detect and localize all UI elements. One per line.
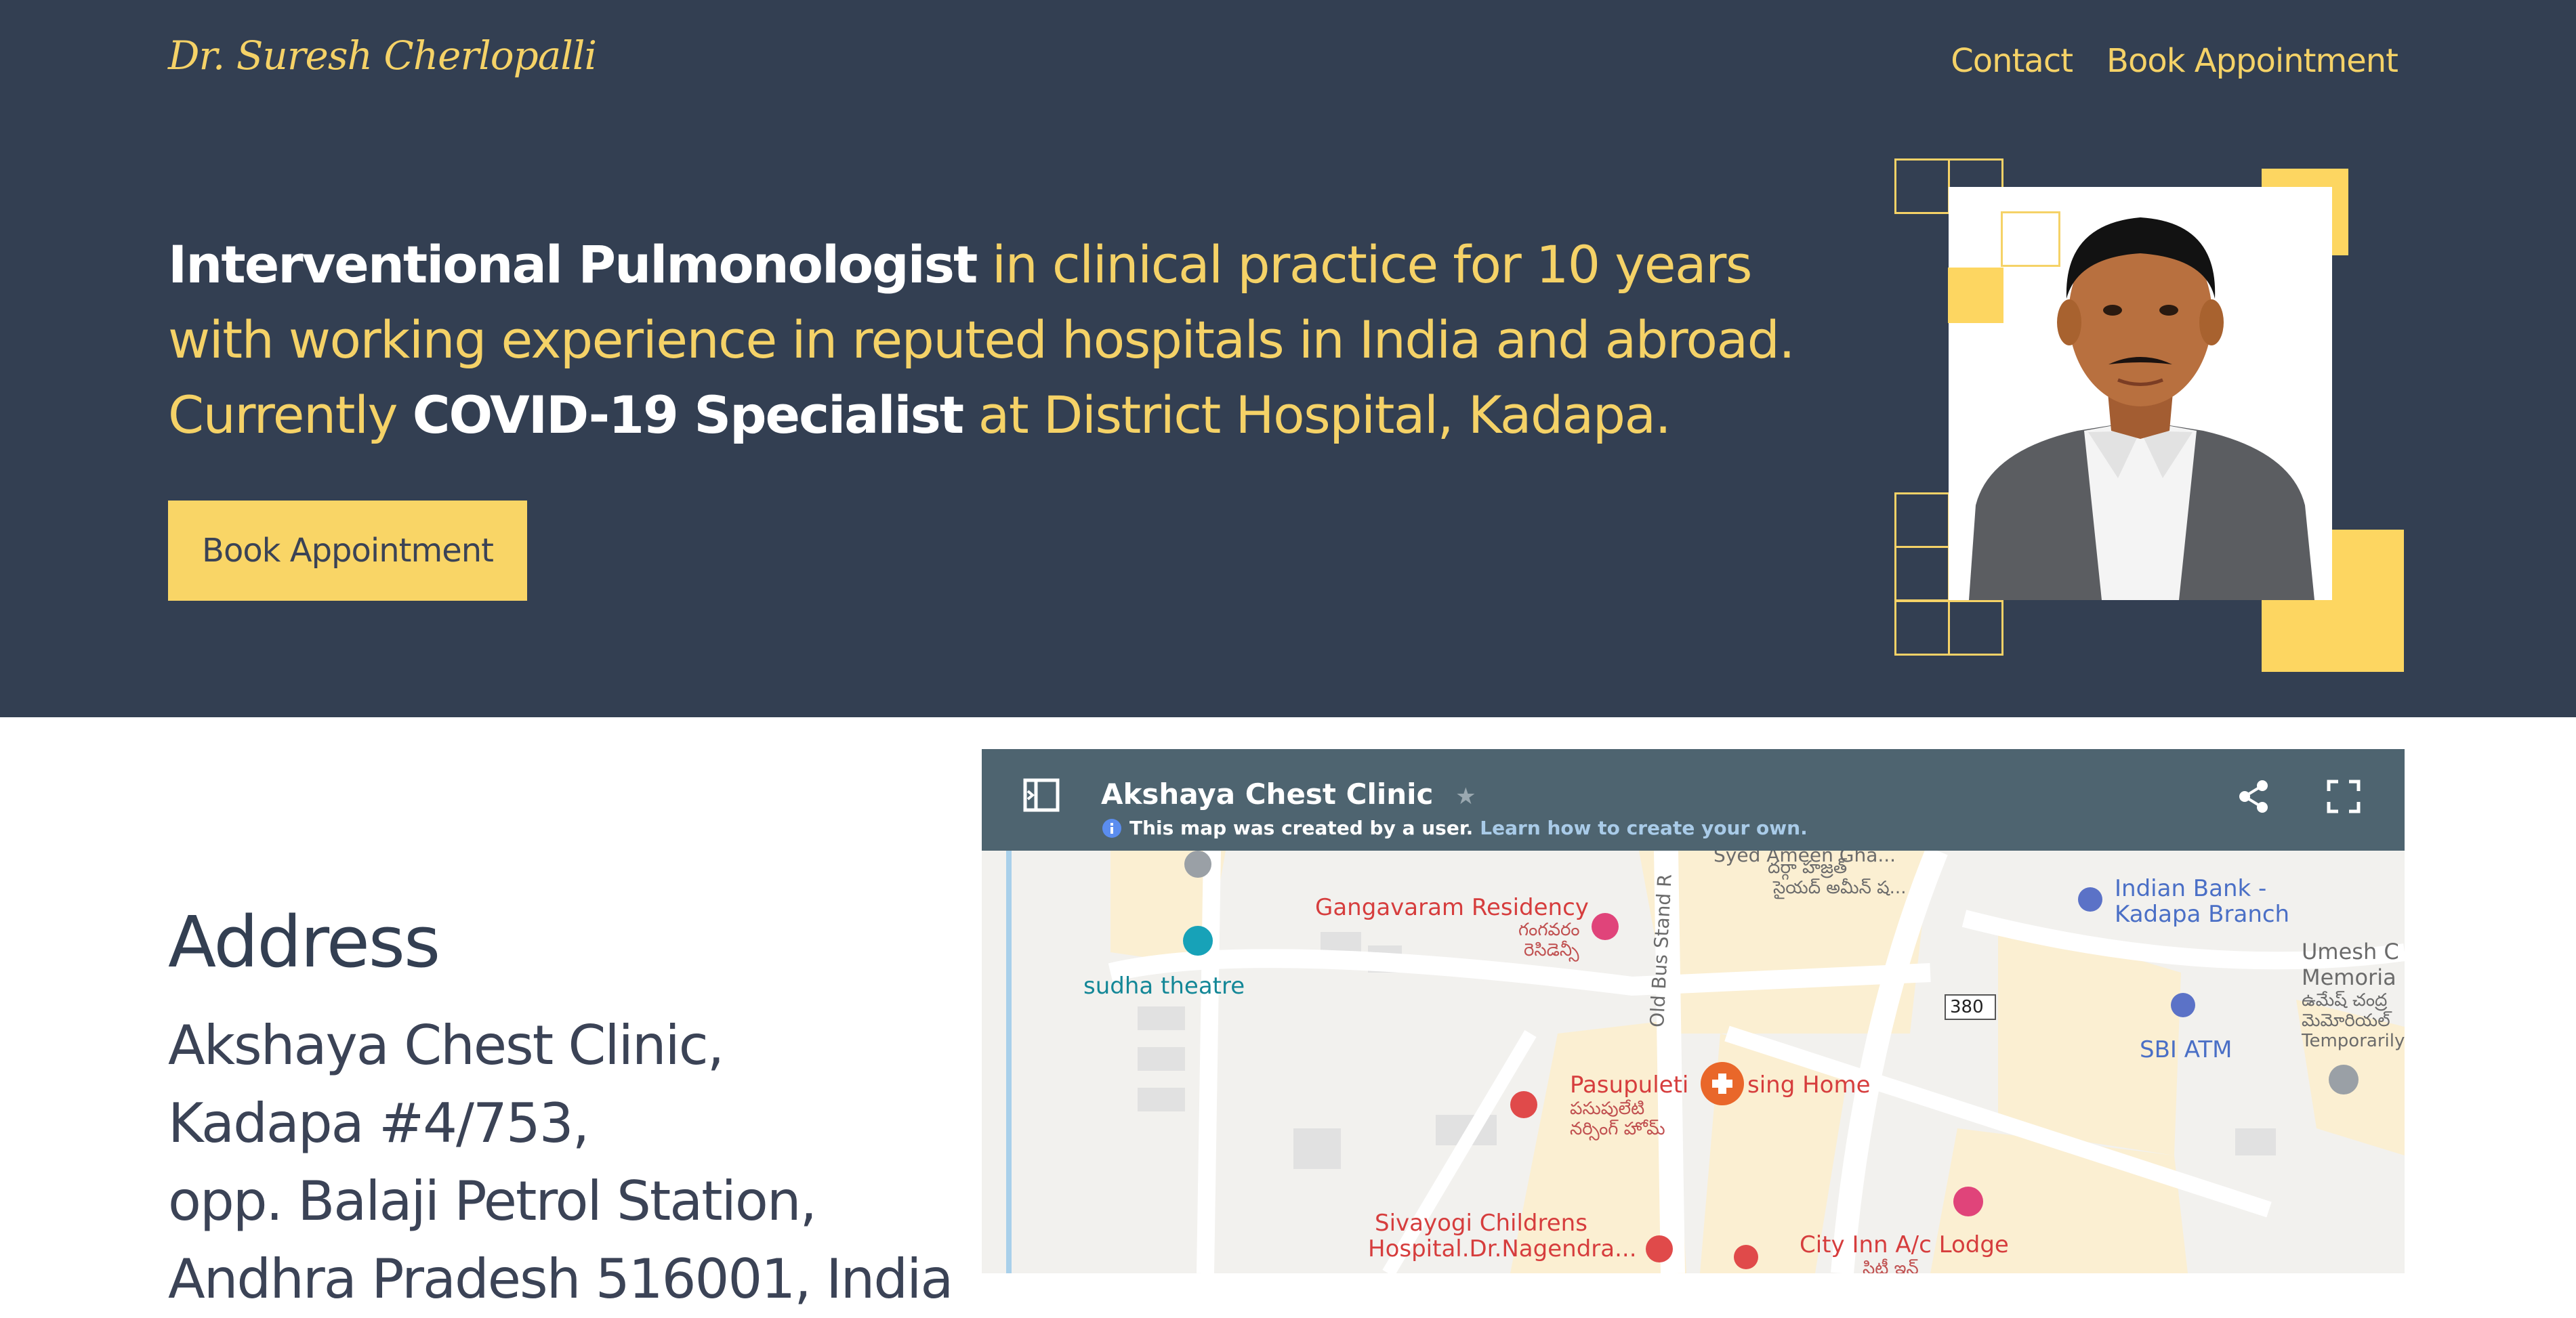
address-line: Kadapa #4/753, [168,1092,589,1155]
book-appointment-button[interactable]: Book Appointment [168,501,527,601]
learn-create-map-link[interactable]: Learn how to create your own. [1480,817,1807,839]
nav-contact-link[interactable]: Contact [1951,42,2073,80]
map-place-label: Temporarily [2302,1031,2405,1051]
embedded-map[interactable]: Gangavaram Residency గంగవరం రెసిడెన్సీ s… [982,749,2405,1273]
top-nav: Contact Book Appointment [1951,42,2398,80]
address-heading: Address [168,901,440,983]
address-line: Akshaya Chest Clinic, [168,1014,724,1077]
nav-book-appointment-link[interactable]: Book Appointment [2106,42,2398,80]
share-icon[interactable] [2235,778,2273,815]
deco-square [1894,600,1950,656]
map-place-label[interactable]: City Inn A/c Lodge [1800,1231,2009,1258]
address-line: Andhra Pradesh 516001, India [168,1248,953,1311]
map-place-label-local: రెసిడెన్సీ [1524,940,1579,960]
map-notice-text: This map was created by a user. [1129,817,1474,839]
map-title[interactable]: Akshaya Chest Clinic ★ [1101,778,1476,811]
headline-covid-role: COVID-19 Specialist [412,385,964,445]
map-place-label[interactable]: Gangavaram Residency [1315,894,1589,921]
sidebar-toggle-icon[interactable] [1021,775,1062,815]
address-block: Akshaya Chest Clinic, Kadapa #4/753, opp… [168,1006,981,1318]
hero-section: Dr. Suresh Cherlopalli Contact Book Appo… [0,0,2576,717]
headline-hospital: at District Hospital, Kadapa. [963,385,1671,445]
map-header: Akshaya Chest Clinic ★ This map was crea… [982,749,2405,851]
hero-headline: Interventional Pulmonologist in clinical… [168,227,1862,452]
deco-square-filled [1948,268,2003,323]
map-place-label-local: సైయద్ అమీన్ ష... [1773,878,1907,898]
address-line: opp. Balaji Petrol Station, [168,1170,817,1233]
map-title-text: Akshaya Chest Clinic [1101,778,1434,811]
map-place-label-local: నర్సింగ్ హోమ్ [1570,1119,1665,1139]
map-notice: This map was created by a user. Learn ho… [1101,817,1808,839]
route-number-label: 380 [1950,997,1984,1017]
map-place-label[interactable]: sudha theatre [1083,973,1245,1000]
map-place-label[interactable]: Umesh C [2302,939,2399,964]
deco-square [1894,492,1950,548]
map-place-label[interactable]: Indian Bank - [2115,875,2266,902]
deco-square [1894,546,1950,601]
star-icon[interactable]: ★ [1455,783,1476,810]
map-place-label[interactable]: SBI ATM [2140,1036,2232,1063]
map-place-label: Kadapa Branch [2115,901,2290,928]
fullscreen-icon[interactable] [2325,778,2363,815]
deco-square [1894,158,1950,214]
deco-square [1948,600,2003,656]
deco-square [2001,211,2060,267]
map-place-label: Memoria [2302,964,2396,990]
brand-logo-text[interactable]: Dr. Suresh Cherlopalli [168,33,597,79]
map-place-label-local: సిటీ ఇన్ [1863,1258,1919,1273]
info-icon [1102,818,1121,838]
headline-specialty: Interventional Pulmonologist [168,234,978,295]
map-place-label[interactable]: sing Home [1747,1071,1871,1099]
map-place-label: Hospital.Dr.Nagendra... [1368,1235,1637,1262]
map-place-label[interactable]: Pasupuleti [1570,1071,1688,1099]
map-place-label[interactable]: Sivayogi Childrens [1375,1210,1587,1237]
